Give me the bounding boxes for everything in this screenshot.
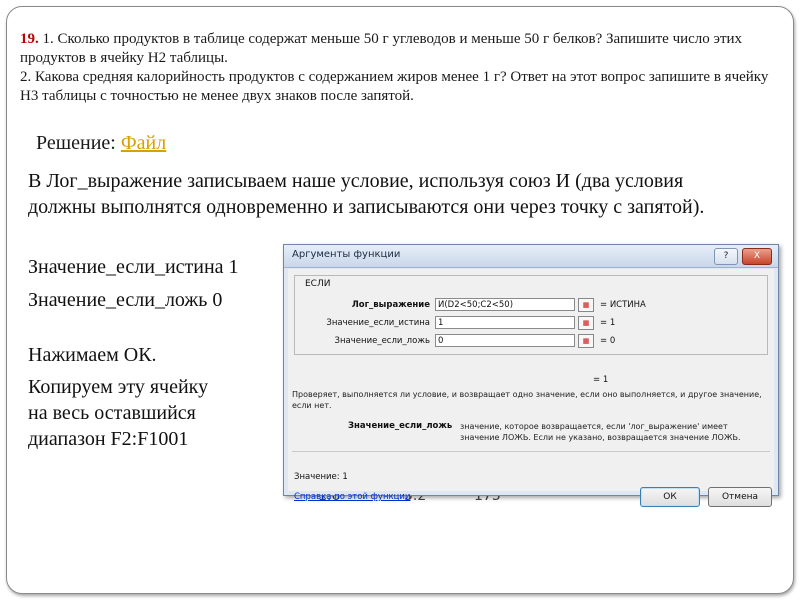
ok-button[interactable]: ОК (640, 487, 700, 507)
collapse-dialog-icon[interactable]: ▦ (578, 298, 594, 312)
formula-result: = 1 (593, 375, 609, 385)
arg-label-value-if-false: Значение_если_ложь (334, 336, 430, 346)
copy-note-line-2: на весь оставшийся (28, 402, 196, 424)
task-part-2: 2. Какова средняя калорийность продуктов… (20, 69, 769, 104)
value-if-true-result: = 1 (600, 318, 616, 328)
close-button[interactable]: X (742, 248, 772, 265)
cancel-button[interactable]: Отмена (708, 487, 772, 507)
function-help-link[interactable]: Справка по этой функции (294, 492, 410, 502)
value-if-true-input[interactable]: 1 (435, 316, 575, 329)
arg-label-value-if-true: Значение_если_истина (326, 318, 430, 328)
divider (292, 451, 770, 452)
task-part-1: 1. Сколько продуктов в таблице содержат … (20, 31, 743, 66)
arguments-group: ЕСЛИ Лог_выражение И(D2<50;C2<50) ▦ = ИС… (294, 275, 768, 355)
solution-label: Решение: (36, 132, 121, 154)
true-value-note: Значение_если_истина 1 (28, 256, 239, 278)
task-text: 19. 1. Сколько продуктов в таблице содер… (20, 30, 780, 106)
value-if-false-input[interactable]: 0 (435, 334, 575, 347)
function-arguments-dialog: Аргументы функции ? X ЕСЛИ Лог_выражение… (283, 244, 779, 507)
dialog-body: ЕСЛИ Лог_выражение И(D2<50;C2<50) ▦ = ИС… (288, 269, 774, 507)
help-button[interactable]: ? (714, 248, 738, 265)
logical-test-input[interactable]: И(D2<50;C2<50) (435, 298, 575, 311)
collapse-dialog-icon[interactable]: ▦ (578, 316, 594, 330)
current-arg-description: значение, которое возвращается, если 'ло… (460, 422, 741, 442)
function-description: Проверяет, выполняется ли условие, и воз… (292, 390, 762, 410)
explanation-text: В Лог_выражение записываем наше условие,… (28, 170, 705, 218)
current-arg-name: Значение_если_ложь (348, 421, 453, 431)
false-value-note: Значение_если_ложь 0 (28, 289, 223, 311)
file-link[interactable]: Файл (121, 132, 166, 154)
logical-test-result: = ИСТИНА (600, 300, 646, 310)
solution-line: Решение: Файл (36, 132, 166, 155)
collapse-dialog-icon[interactable]: ▦ (578, 334, 594, 348)
press-ok-note: Нажимаем ОК. (28, 344, 157, 366)
copy-note-line-1: Копируем эту ячейку (28, 376, 209, 398)
copy-note-line-3: диапазон F2:F1001 (28, 428, 189, 450)
formula-value: Значение: 1 (294, 472, 348, 482)
function-name: ЕСЛИ (305, 279, 331, 289)
value-if-false-result: = 0 (600, 336, 616, 346)
arg-label-logical-test: Лог_выражение (351, 300, 430, 310)
task-number: 19. (20, 31, 39, 47)
dialog-titlebar[interactable]: Аргументы функции ? X (284, 245, 778, 268)
dialog-title: Аргументы функции (292, 249, 401, 260)
